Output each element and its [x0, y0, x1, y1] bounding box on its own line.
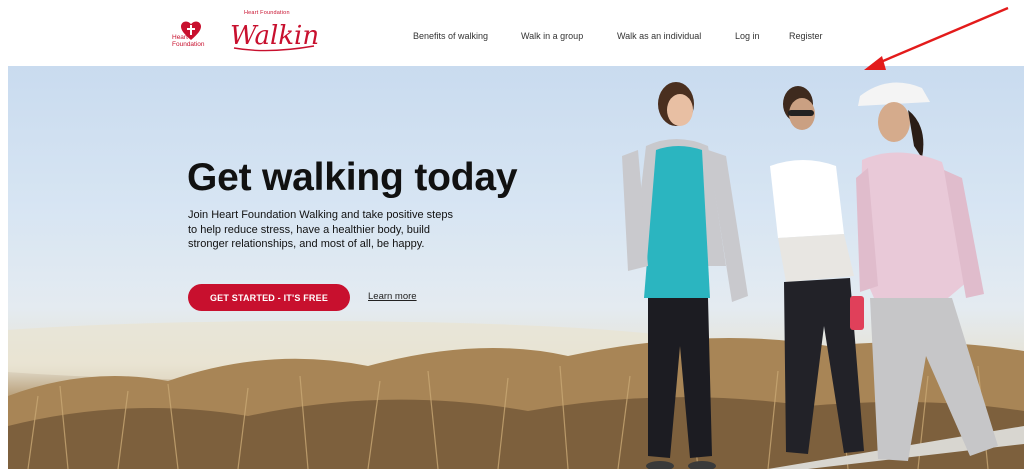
nav-register[interactable]: Register [789, 31, 823, 41]
org-label-line2: Foundation [172, 41, 205, 48]
nav-walk-in-a-group[interactable]: Walk in a group [521, 31, 583, 41]
site-logo[interactable]: Heart Foundation Heart Foundation Walkin… [172, 10, 322, 58]
org-label-line1: Heart [172, 34, 188, 41]
nav-log-in[interactable]: Log in [735, 31, 760, 41]
heart-foundation-logo: Heart Foundation [172, 20, 212, 56]
walking-wordmark: Walking [230, 21, 318, 52]
hero-banner: Get walking today Join Heart Foundation … [8, 66, 1024, 469]
heart-foundation-label: Heart Foundation [172, 34, 205, 48]
hero-title: Get walking today [187, 156, 518, 199]
walking-wordmark-text: Walking [230, 21, 318, 51]
annotation-arrow-icon [864, 6, 1009, 70]
nav-benefits-of-walking[interactable]: Benefits of walking [413, 31, 488, 41]
nav-walk-as-an-individual[interactable]: Walk as an individual [617, 31, 701, 41]
learn-more-link[interactable]: Learn more [368, 291, 417, 302]
get-started-button[interactable]: GET STARTED - IT'S FREE [188, 284, 350, 311]
hero-photo-walkers [8, 82, 1024, 469]
hero-description: Join Heart Foundation Walking and take p… [188, 209, 453, 250]
